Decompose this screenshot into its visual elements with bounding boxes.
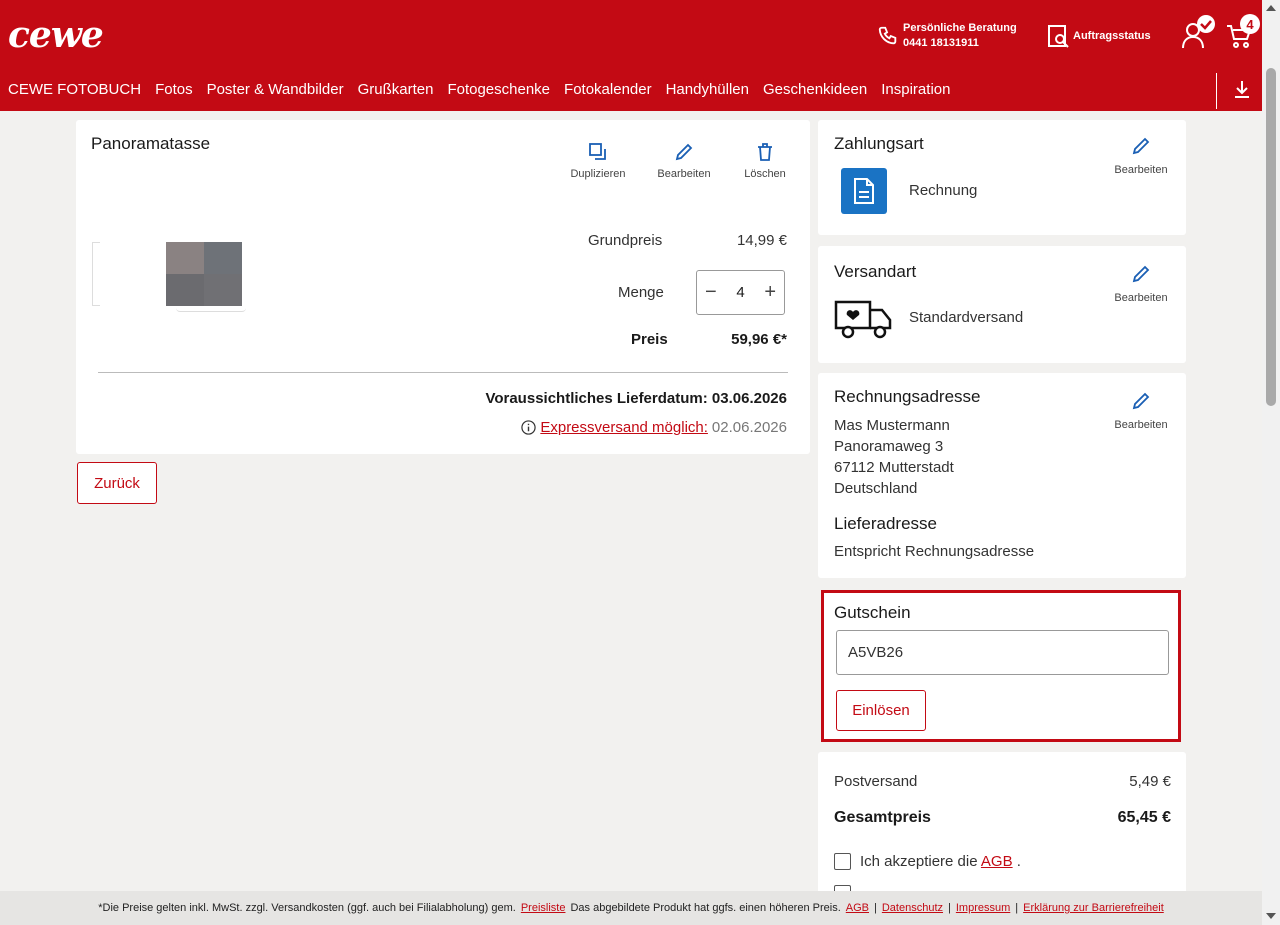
quantity-stepper[interactable]: − 4 + bbox=[696, 270, 785, 315]
main-navigation: CEWE FOTOBUCH Fotos Poster & Wandbilder … bbox=[0, 79, 957, 101]
voucher-card: Gutschein Einlösen bbox=[821, 590, 1181, 742]
express-date: 02.06.2026 bbox=[711, 419, 787, 436]
edit-billing-button[interactable]: Bearbeiten bbox=[1111, 391, 1171, 431]
delivery-address-title: Lieferadresse bbox=[834, 514, 938, 533]
voucher-title: Gutschein bbox=[834, 603, 911, 622]
agb-checkbox[interactable] bbox=[834, 853, 851, 870]
delivery-address-text: Entspricht Rechnungsadresse bbox=[834, 543, 1035, 560]
product-thumbnail[interactable] bbox=[92, 238, 257, 313]
download-icon[interactable] bbox=[1234, 80, 1250, 98]
order-status-link[interactable]: Auftragsstatus bbox=[1073, 29, 1151, 44]
cewe-logo[interactable]: cewe bbox=[8, 14, 104, 56]
nav-item-handyhuellen[interactable]: Handyhüllen bbox=[659, 79, 756, 101]
edit-product-button[interactable]: Bearbeiten bbox=[654, 142, 714, 180]
express-shipping-link[interactable]: Expressversand möglich: bbox=[540, 419, 708, 436]
price-footer: *Die Preise gelten inkl. MwSt. zzgl. Ver… bbox=[0, 891, 1262, 925]
base-price-label: Grundpreis bbox=[588, 232, 663, 249]
order-status-icon[interactable] bbox=[1047, 24, 1071, 50]
phone-icon[interactable] bbox=[877, 24, 899, 48]
payment-invoice-icon bbox=[841, 168, 887, 214]
shipping-method: Standardversand bbox=[909, 309, 1024, 326]
price-value: 59,96 €* bbox=[731, 331, 787, 348]
payment-card: Zahlungsart Rechnung Bearbeiten bbox=[818, 120, 1186, 235]
pencil-icon bbox=[1132, 137, 1150, 155]
agb-link[interactable]: AGB bbox=[981, 853, 1013, 870]
nav-item-fotobuch[interactable]: CEWE FOTOBUCH bbox=[0, 79, 148, 101]
summary-card: Postversand 5,49 € Gesamtpreis 65,45 € I… bbox=[818, 752, 1186, 912]
nav-item-fotogeschenke[interactable]: Fotogeschenke bbox=[440, 79, 557, 101]
truck-icon bbox=[834, 300, 892, 339]
edit-shipping-button[interactable]: Bearbeiten bbox=[1111, 264, 1171, 304]
shipping-cost-value: 5,49 € bbox=[1129, 773, 1171, 790]
cart-count-badge: 4 bbox=[1240, 14, 1260, 34]
divider bbox=[98, 372, 788, 373]
billing-title: Rechnungsadresse bbox=[834, 387, 981, 406]
site-header: cewe Persönliche Beratung 0441 18131911 … bbox=[0, 0, 1262, 111]
user-account-icon[interactable] bbox=[1180, 14, 1218, 50]
redeem-button[interactable]: Einlösen bbox=[836, 690, 926, 731]
shipping-cost-label: Postversand bbox=[834, 773, 918, 790]
billing-address: Mas Mustermann Panoramaweg 3 67112 Mutte… bbox=[834, 417, 954, 497]
pencil-icon bbox=[1132, 265, 1150, 283]
base-price-value: 14,99 € bbox=[736, 232, 787, 249]
plus-icon[interactable]: + bbox=[764, 281, 776, 304]
agb-text: Ich akzeptiere die AGB . bbox=[860, 853, 1021, 870]
shipping-card: Versandart Standardversand Bearbeiten bbox=[818, 246, 1186, 363]
nav-item-fotos[interactable]: Fotos bbox=[148, 79, 200, 101]
footer-agb-link[interactable]: AGB bbox=[846, 902, 869, 914]
voucher-input[interactable] bbox=[836, 630, 1169, 675]
minus-icon[interactable]: − bbox=[705, 281, 717, 304]
price-label: Preis bbox=[631, 331, 668, 348]
total-value: 65,45 € bbox=[1117, 809, 1171, 826]
duplicate-button[interactable]: Duplizieren bbox=[568, 142, 628, 180]
nav-item-inspiration[interactable]: Inspiration bbox=[874, 79, 957, 101]
scrollbar-thumb[interactable] bbox=[1266, 68, 1276, 406]
edit-payment-button[interactable]: Bearbeiten bbox=[1111, 136, 1171, 176]
page-scrollbar[interactable] bbox=[1262, 0, 1280, 925]
delivery-date-row: Voraussichtliches Lieferdatum: 03.06.202… bbox=[485, 390, 787, 407]
imprint-link[interactable]: Impressum bbox=[956, 902, 1010, 914]
quantity-value: 4 bbox=[736, 284, 745, 301]
info-icon bbox=[521, 420, 537, 435]
scroll-up-arrow[interactable] bbox=[1266, 5, 1276, 11]
nav-item-fotokalender[interactable]: Fotokalender bbox=[557, 79, 659, 101]
pencil-icon bbox=[675, 143, 693, 161]
payment-title: Zahlungsart bbox=[834, 134, 924, 153]
address-card: Rechnungsadresse Mas Mustermann Panorama… bbox=[818, 373, 1186, 578]
nav-item-grusskarten[interactable]: Grußkarten bbox=[351, 79, 441, 101]
accessibility-link[interactable]: Erklärung zur Barrierefreiheit bbox=[1023, 902, 1164, 914]
nav-item-geschenkideen[interactable]: Geschenkideen bbox=[756, 79, 874, 101]
total-label: Gesamtpreis bbox=[834, 809, 931, 826]
consultation-info[interactable]: Persönliche Beratung 0441 18131911 bbox=[903, 21, 1017, 51]
shipping-title: Versandart bbox=[834, 262, 917, 281]
product-card: Panoramatasse Duplizieren Bearbeiten Lös… bbox=[76, 120, 810, 454]
duplicate-icon bbox=[589, 143, 606, 160]
pencil-icon bbox=[1132, 392, 1150, 410]
price-list-link[interactable]: Preisliste bbox=[521, 902, 566, 914]
back-button[interactable]: Zurück bbox=[77, 462, 157, 504]
nav-divider bbox=[1216, 73, 1217, 109]
delete-button[interactable]: Löschen bbox=[735, 142, 795, 180]
trash-icon bbox=[758, 143, 772, 161]
payment-method: Rechnung bbox=[909, 182, 978, 199]
privacy-link[interactable]: Datenschutz bbox=[882, 902, 943, 914]
scroll-down-arrow[interactable] bbox=[1266, 913, 1276, 919]
express-row: Expressversand möglich: 02.06.2026 bbox=[521, 419, 787, 436]
product-name: Panoramatasse bbox=[91, 134, 211, 153]
nav-item-poster[interactable]: Poster & Wandbilder bbox=[200, 79, 351, 101]
quantity-label: Menge bbox=[618, 284, 664, 301]
